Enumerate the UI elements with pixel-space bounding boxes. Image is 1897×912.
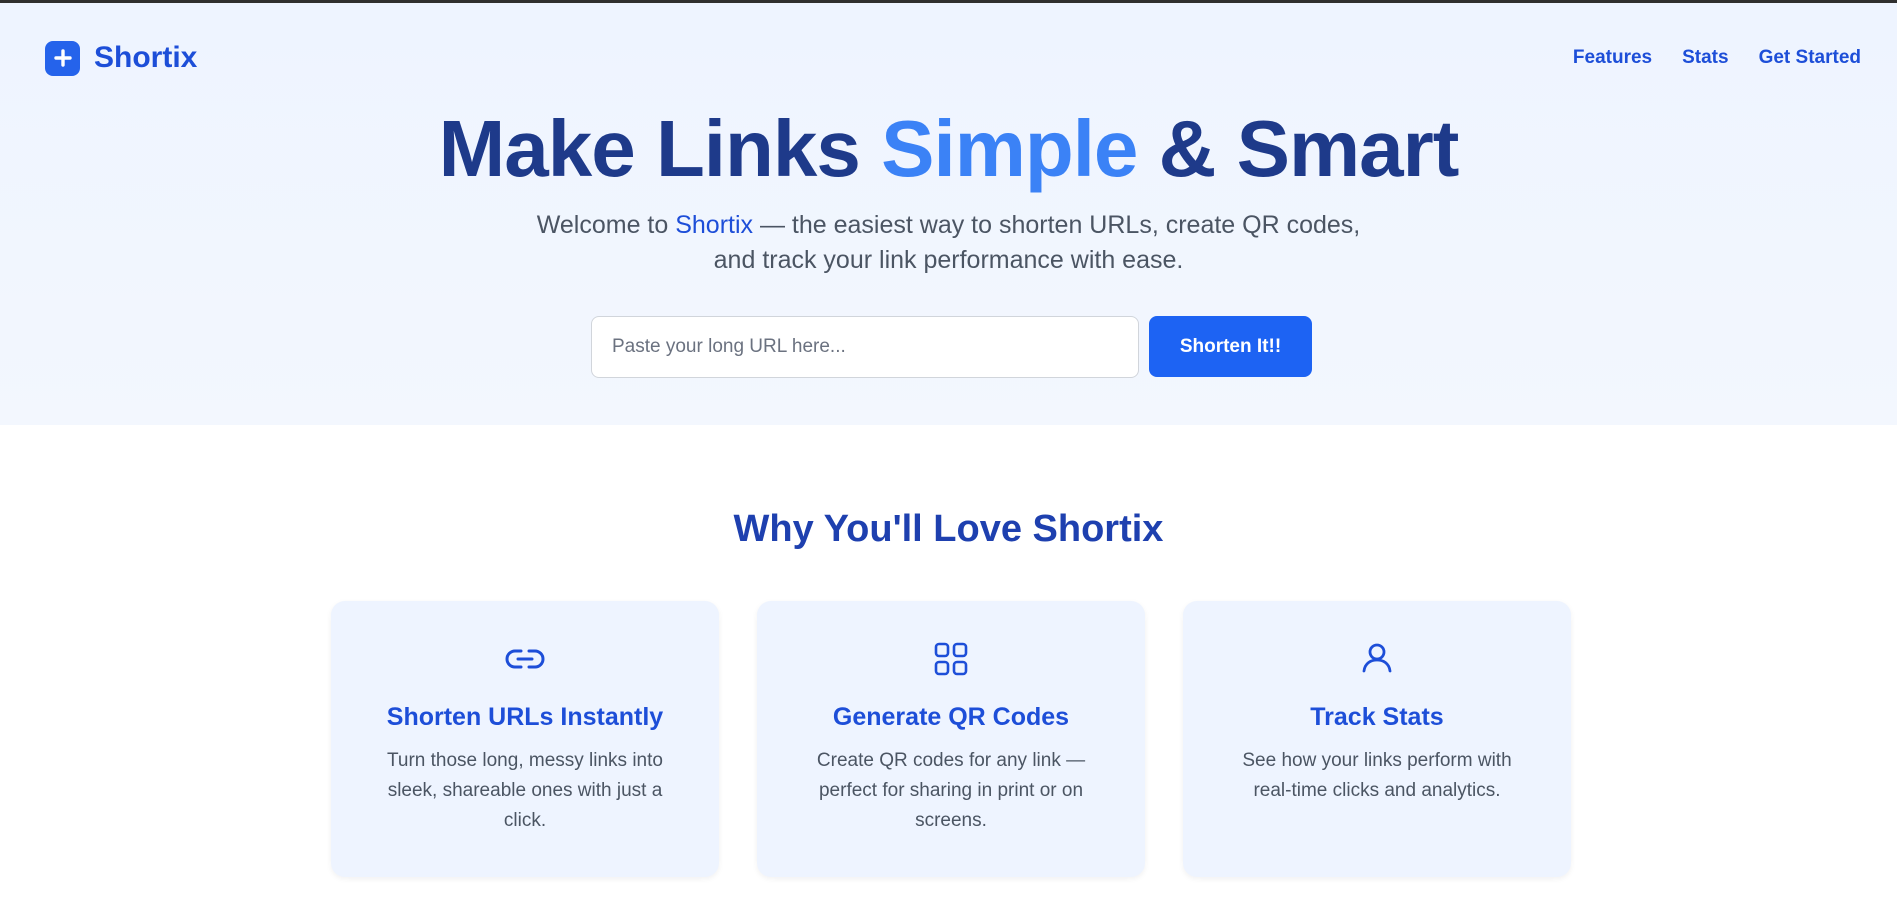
user-icon <box>1183 639 1571 679</box>
hero-subtitle-line2: and track your link performance with eas… <box>713 246 1184 274</box>
feature-card-title: Shorten URLs Instantly <box>386 703 664 731</box>
plus-square-icon <box>45 40 80 76</box>
feature-cards: Shorten URLs Instantly Turn those long, … <box>331 601 1571 877</box>
feature-card-title: Generate QR Codes <box>832 703 1070 731</box>
top-navbar: Shortix Features Stats Get Started <box>45 38 1861 78</box>
hero-title: Make Links Simple & Smart <box>0 109 1897 189</box>
hero-title-part2: & Smart <box>1137 104 1460 193</box>
shorten-button[interactable]: Shorten It!! <box>1149 316 1312 377</box>
brand-name: Shortix <box>94 41 198 74</box>
feature-card-stats: Track Stats See how your links perform w… <box>1183 601 1571 877</box>
hero-subtitle: Welcome to Shortix — the easiest way to … <box>520 208 1377 278</box>
features-section: Why You'll Love Shortix Shorten URLs Ins… <box>0 425 1897 912</box>
hero-subtitle-prefix: Welcome to <box>536 211 676 239</box>
feature-card-description: Create QR codes for any link — perfect f… <box>816 750 1086 831</box>
hero-title-part1: Make Links <box>438 104 882 193</box>
feature-card-shorten: Shorten URLs Instantly Turn those long, … <box>331 601 719 877</box>
hero-subtitle-brand: Shortix <box>675 211 754 239</box>
link-icon <box>331 639 719 679</box>
shorten-form: Shorten It!! <box>591 316 1312 378</box>
feature-card-title: Track Stats <box>1310 703 1444 731</box>
nav-link-get-started[interactable]: Get Started <box>1759 47 1861 69</box>
feature-card-description: Turn those long, messy links into sleek,… <box>387 750 663 831</box>
url-input[interactable] <box>591 316 1139 378</box>
feature-card-qr: Generate QR Codes Create QR codes for an… <box>757 601 1145 877</box>
qr-grid-icon <box>757 639 1145 679</box>
nav-links: Features Stats Get Started <box>1573 47 1861 69</box>
hero-title-highlight: Simple <box>881 104 1138 193</box>
nav-link-features[interactable]: Features <box>1573 47 1652 69</box>
feature-card-description: See how your links perform with real-tim… <box>1242 750 1512 801</box>
hero-subtitle-line1-rest: — the easiest way to shorten URLs, creat… <box>753 211 1361 239</box>
features-title: Why You'll Love Shortix <box>733 508 1164 550</box>
brand-logo-link[interactable]: Shortix <box>45 40 198 76</box>
nav-link-stats[interactable]: Stats <box>1682 47 1728 69</box>
hero-section: Shortix Features Stats Get Started Make … <box>0 3 1897 425</box>
